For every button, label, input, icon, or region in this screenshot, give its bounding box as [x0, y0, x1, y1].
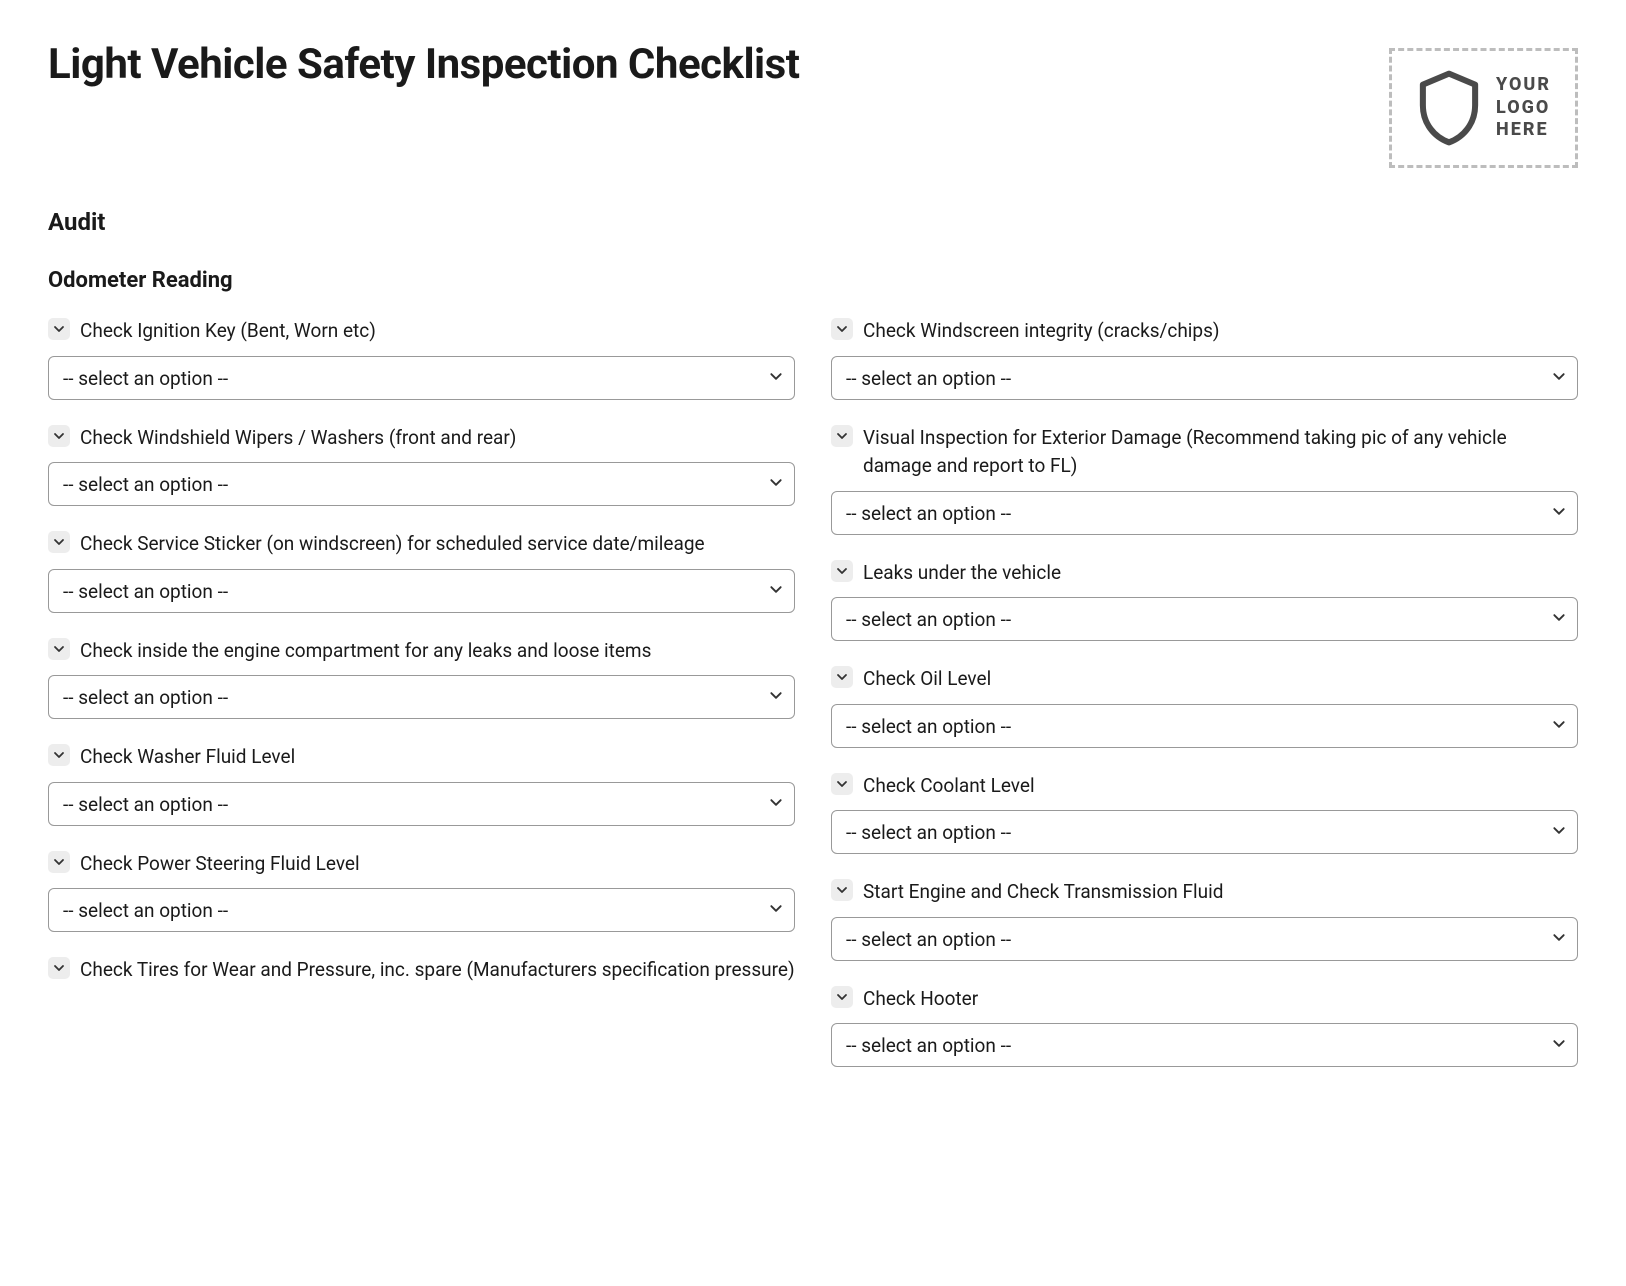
item-label: Check Windshield Wipers / Washers (front…: [80, 424, 516, 453]
checklist-item-l0-check-ignition-key-bent-worn-e: Check Ignition Key (Bent, Worn etc) -- se…: [48, 317, 795, 400]
logo-placeholder: YOUR LOGO HERE: [1389, 48, 1578, 168]
select-wrap: -- select an option --: [48, 569, 795, 613]
item-label-row: Check Hooter: [831, 985, 1578, 1014]
checklist-item-l1-check-windshield-wipers-washer: Check Windshield Wipers / Washers (front…: [48, 424, 795, 507]
select-wrap: -- select an option --: [831, 704, 1578, 748]
checklist-right-column: Check Windscreen integrity (cracks/chips…: [831, 317, 1578, 1091]
select-wrap: -- select an option --: [831, 597, 1578, 641]
item-label-row: Check Windscreen integrity (cracks/chips…: [831, 317, 1578, 346]
option-select[interactable]: -- select an option --: [831, 356, 1578, 400]
item-label-row: Leaks under the vehicle: [831, 559, 1578, 588]
option-select[interactable]: -- select an option --: [48, 356, 795, 400]
item-label: Check Washer Fluid Level: [80, 743, 295, 772]
expand-toggle[interactable]: [48, 638, 70, 660]
checklist-item-l4-check-washer-fluid-level: Check Washer Fluid Level -- select an opt…: [48, 743, 795, 826]
checklist-item-r4-check-coolant-level: Check Coolant Level -- select an option -…: [831, 772, 1578, 855]
item-label: Check Tires for Wear and Pressure, inc. …: [80, 956, 795, 985]
logo-text: YOUR LOGO HERE: [1496, 74, 1551, 142]
select-wrap: -- select an option --: [48, 462, 795, 506]
expand-toggle[interactable]: [831, 318, 853, 340]
checklist-item-r5-start-engine-and-check-transmi: Start Engine and Check Transmission Flui…: [831, 878, 1578, 961]
expand-toggle[interactable]: [48, 851, 70, 873]
select-wrap: -- select an option --: [48, 675, 795, 719]
item-label-row: Visual Inspection for Exterior Damage (R…: [831, 424, 1578, 481]
checklist-item-r2-leaks-under-the-vehicle: Leaks under the vehicle -- select an opti…: [831, 559, 1578, 642]
expand-toggle[interactable]: [831, 879, 853, 901]
option-select[interactable]: -- select an option --: [831, 597, 1578, 641]
option-select[interactable]: -- select an option --: [831, 704, 1578, 748]
option-select[interactable]: -- select an option --: [48, 569, 795, 613]
item-label-row: Start Engine and Check Transmission Flui…: [831, 878, 1578, 907]
option-select[interactable]: -- select an option --: [48, 675, 795, 719]
checklist-left-column: Check Ignition Key (Bent, Worn etc) -- se…: [48, 317, 795, 1091]
item-label: Check Oil Level: [863, 665, 991, 694]
expand-toggle[interactable]: [831, 773, 853, 795]
checklist-item-r0-check-windscreen-integrity-cra: Check Windscreen integrity (cracks/chips…: [831, 317, 1578, 400]
select-wrap: -- select an option --: [831, 917, 1578, 961]
expand-toggle[interactable]: [831, 560, 853, 582]
expand-toggle[interactable]: [48, 531, 70, 553]
item-label-row: Check Service Sticker (on windscreen) fo…: [48, 530, 795, 559]
page-title: Light Vehicle Safety Inspection Checklis…: [48, 40, 799, 89]
option-select[interactable]: -- select an option --: [48, 888, 795, 932]
option-select[interactable]: -- select an option --: [48, 462, 795, 506]
item-label-row: Check Coolant Level: [831, 772, 1578, 801]
expand-toggle[interactable]: [48, 425, 70, 447]
select-wrap: -- select an option --: [48, 356, 795, 400]
checklist-item-l5-check-power-steering-fluid-lev: Check Power Steering Fluid Level -- selec…: [48, 850, 795, 933]
option-select[interactable]: -- select an option --: [831, 491, 1578, 535]
expand-toggle[interactable]: [48, 744, 70, 766]
item-label: Check Service Sticker (on windscreen) fo…: [80, 530, 705, 559]
item-label: Check Hooter: [863, 985, 978, 1014]
subsection-heading: Odometer Reading: [48, 268, 1578, 293]
shield-icon: [1416, 69, 1482, 147]
select-wrap: -- select an option --: [48, 782, 795, 826]
item-label: Check Power Steering Fluid Level: [80, 850, 360, 879]
checklist-item-l3-check-inside-the-engine-compar: Check inside the engine compartment for …: [48, 637, 795, 720]
option-select[interactable]: -- select an option --: [831, 1023, 1578, 1067]
option-select[interactable]: -- select an option --: [831, 810, 1578, 854]
item-label: Visual Inspection for Exterior Damage (R…: [863, 424, 1578, 481]
item-label-row: Check Windshield Wipers / Washers (front…: [48, 424, 795, 453]
item-label-row: Check Power Steering Fluid Level: [48, 850, 795, 879]
checklist-item-r1-visual-inspection-for-exterior: Visual Inspection for Exterior Damage (R…: [831, 424, 1578, 535]
expand-toggle[interactable]: [831, 986, 853, 1008]
item-label-row: Check Tires for Wear and Pressure, inc. …: [48, 956, 795, 985]
logo-text-line: LOGO: [1496, 97, 1551, 120]
item-label-row: Check Ignition Key (Bent, Worn etc): [48, 317, 795, 346]
checklist-item-r6-check-hooter: Check Hooter -- select an option --: [831, 985, 1578, 1068]
expand-toggle[interactable]: [831, 666, 853, 688]
select-wrap: -- select an option --: [831, 1023, 1578, 1067]
item-label-row: Check Oil Level: [831, 665, 1578, 694]
checklist-item-l2-check-service-sticker-on-winds: Check Service Sticker (on windscreen) fo…: [48, 530, 795, 613]
select-wrap: -- select an option --: [831, 356, 1578, 400]
select-wrap: -- select an option --: [831, 491, 1578, 535]
item-label: Check Ignition Key (Bent, Worn etc): [80, 317, 376, 346]
select-wrap: -- select an option --: [48, 888, 795, 932]
logo-text-line: HERE: [1496, 119, 1551, 142]
select-wrap: -- select an option --: [831, 810, 1578, 854]
checklist-item-l6-check-tires-for-wear-and-press: Check Tires for Wear and Pressure, inc. …: [48, 956, 795, 995]
section-heading: Audit: [48, 208, 1578, 236]
item-label: Check inside the engine compartment for …: [80, 637, 651, 666]
logo-text-line: YOUR: [1496, 74, 1551, 97]
item-label: Leaks under the vehicle: [863, 559, 1061, 588]
checklist-grid: Check Ignition Key (Bent, Worn etc) -- se…: [48, 317, 1578, 1091]
expand-toggle[interactable]: [48, 957, 70, 979]
item-label-row: Check Washer Fluid Level: [48, 743, 795, 772]
item-label-row: Check inside the engine compartment for …: [48, 637, 795, 666]
header-row: Light Vehicle Safety Inspection Checklis…: [48, 40, 1578, 168]
item-label: Check Windscreen integrity (cracks/chips…: [863, 317, 1220, 346]
item-label: Start Engine and Check Transmission Flui…: [863, 878, 1223, 907]
checklist-item-r3-check-oil-level: Check Oil Level -- select an option --: [831, 665, 1578, 748]
item-label: Check Coolant Level: [863, 772, 1035, 801]
expand-toggle[interactable]: [48, 318, 70, 340]
option-select[interactable]: -- select an option --: [831, 917, 1578, 961]
expand-toggle[interactable]: [831, 425, 853, 447]
option-select[interactable]: -- select an option --: [48, 782, 795, 826]
